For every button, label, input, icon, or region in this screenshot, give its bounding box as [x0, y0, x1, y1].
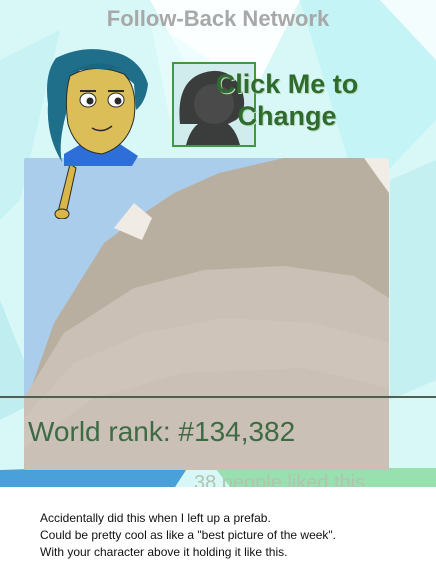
- game-window: Follow-Back Network Click Me to Change W…: [0, 0, 436, 487]
- game-title: Follow-Back Network: [106, 6, 330, 31]
- caption-line: Accidentally did this when I left up a p…: [40, 511, 271, 525]
- cartoon-character: [36, 44, 156, 224]
- divider-line: [0, 396, 436, 398]
- caption-line: With your character above it holding it …: [40, 545, 288, 559]
- caption-text: Accidentally did this when I left up a p…: [40, 510, 430, 561]
- caption-line: Could be pretty cool as like a "best pic…: [40, 528, 337, 542]
- world-rank-text: World rank: #134,382: [28, 416, 296, 447]
- avatar-change-label[interactable]: Click Me to Change: [198, 68, 376, 132]
- likes-count-text: 38 people liked this: [194, 472, 366, 487]
